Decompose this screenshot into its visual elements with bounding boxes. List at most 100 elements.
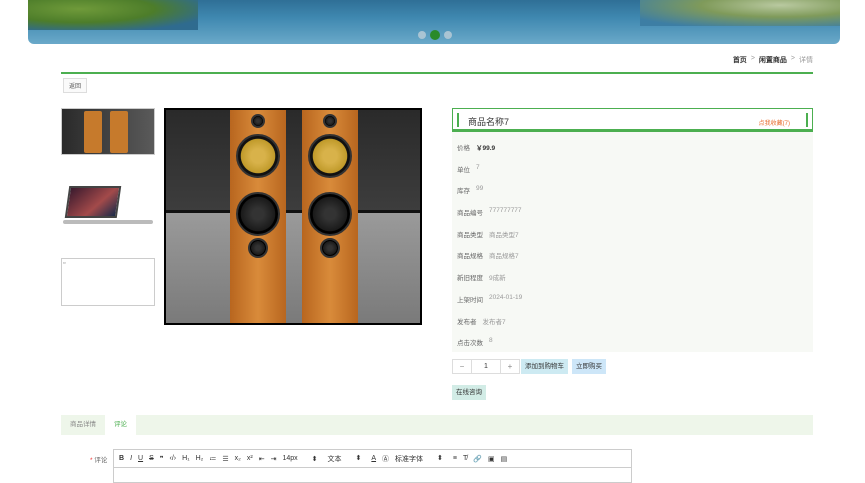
- field-row: 发布者 发布者7: [457, 316, 506, 326]
- woofer-icon: [236, 134, 280, 178]
- link-icon[interactable]: 🔗: [473, 455, 482, 463]
- floor: [166, 213, 420, 323]
- breadcrumb-current: 详情: [799, 57, 813, 64]
- chevron-down-icon: ⬍: [437, 454, 443, 462]
- image-icon[interactable]: ▣: [488, 455, 495, 463]
- h2-button[interactable]: H₂: [196, 455, 204, 462]
- breadcrumb-separator: >: [750, 55, 755, 62]
- shelf: [166, 110, 420, 210]
- carousel-dot[interactable]: [444, 31, 452, 39]
- carousel-dots: [418, 30, 452, 40]
- strike-button[interactable]: S: [149, 455, 154, 462]
- buy-now-button[interactable]: 立即购买: [572, 359, 606, 374]
- field-row: 商品编号 777777777: [457, 207, 522, 217]
- font-family-select[interactable]: 标准字体 ⬍: [395, 454, 443, 464]
- tab-details[interactable]: 商品详情: [61, 415, 105, 435]
- field-value: 8: [489, 337, 493, 344]
- h1-button[interactable]: H₁: [182, 455, 189, 462]
- add-to-cart-button[interactable]: 添加到购物车: [521, 359, 568, 374]
- port-icon: [320, 238, 340, 258]
- chevron-down-icon: ⬍: [311, 455, 318, 463]
- breadcrumb-category[interactable]: 闲置商品: [759, 55, 787, 65]
- header-accent: [457, 113, 459, 127]
- woofer-icon: [236, 192, 280, 236]
- favorite-button[interactable]: 点我收藏(7): [759, 118, 790, 127]
- font-family-value: 标准字体: [395, 455, 424, 463]
- speaker-image: [84, 111, 102, 153]
- banner-image-left: [28, 0, 198, 30]
- woofer-icon: [308, 134, 352, 178]
- clear-format-button[interactable]: T̸: [463, 455, 467, 462]
- blockquote-button[interactable]: ❞: [160, 455, 164, 463]
- field-label: 新旧程度: [457, 275, 483, 282]
- tweeter-icon: [251, 114, 265, 128]
- font-size-value: 14px: [282, 454, 298, 462]
- field-row: 单位 7: [457, 164, 480, 174]
- field-row: 点击次数 8: [457, 337, 493, 347]
- text-style-value: 文本: [327, 455, 342, 463]
- thumbnail-laptop[interactable]: [61, 182, 155, 232]
- consult-button[interactable]: 在线咨询: [452, 385, 486, 400]
- banner-image-right: [640, 0, 840, 26]
- quantity-input[interactable]: 1: [471, 360, 501, 373]
- field-label: 上架时间: [457, 297, 483, 304]
- laptop-image: [64, 186, 122, 218]
- field-value: 777777777: [489, 207, 522, 214]
- field-row: 库存 99: [457, 185, 483, 195]
- chevron-down-icon: ⬍: [355, 454, 362, 462]
- code-button[interactable]: ‹/›: [170, 455, 177, 462]
- field-row: 新旧程度 9成新: [457, 272, 506, 282]
- field-value: 99: [476, 185, 484, 192]
- comment-editor[interactable]: [113, 468, 632, 483]
- field-label: 库存: [457, 188, 470, 195]
- field-value: 发布者7: [482, 319, 506, 326]
- comment-label: * 评论: [90, 454, 107, 464]
- background-color-button[interactable]: Ⓐ: [382, 454, 389, 464]
- woofer-icon: [308, 192, 352, 236]
- font-size-select[interactable]: 14px ⬍: [282, 455, 317, 463]
- ordered-list-button[interactable]: ≔: [209, 455, 216, 463]
- superscript-button[interactable]: x²: [247, 455, 253, 462]
- product-name: 商品名称7: [468, 117, 510, 127]
- field-label: 单位: [457, 167, 470, 174]
- field-label: 商品编号: [457, 210, 483, 217]
- breadcrumb-home[interactable]: 首页: [733, 55, 747, 65]
- outdent-button[interactable]: ⇤: [259, 455, 265, 463]
- field-row: 商品类型 商品类型7: [457, 229, 519, 239]
- speaker-left: [230, 110, 286, 323]
- tab-comments[interactable]: 评论: [105, 415, 136, 435]
- thumbnail-broken[interactable]: ▫: [61, 258, 155, 306]
- carousel-dot[interactable]: [418, 31, 426, 39]
- field-label: 商品规格: [457, 253, 483, 260]
- breadcrumb: 首页 > 闲置商品 > 详情: [733, 55, 813, 65]
- subscript-button[interactable]: x₂: [235, 455, 241, 462]
- thumbnail-speakers[interactable]: [61, 108, 155, 155]
- video-icon[interactable]: ▤: [501, 455, 508, 463]
- underline-button[interactable]: U: [138, 455, 143, 462]
- speaker-right: [302, 110, 358, 323]
- field-row: 上架时间 2024-01-19: [457, 294, 522, 304]
- italic-button[interactable]: I: [130, 455, 132, 462]
- bullet-list-button[interactable]: ☰: [222, 455, 228, 463]
- product-header: 商品名称7 点我收藏(7): [452, 108, 813, 132]
- bold-button[interactable]: B: [119, 455, 124, 462]
- align-button[interactable]: ≡: [453, 455, 457, 462]
- field-value: 7: [476, 164, 480, 171]
- increment-button[interactable]: +: [501, 360, 519, 373]
- header-accent: [806, 113, 808, 127]
- carousel-dot-active[interactable]: [430, 30, 440, 40]
- field-value: 9成新: [489, 275, 506, 282]
- font-color-button[interactable]: A: [371, 455, 376, 462]
- detail-tabs: 商品详情 评论: [61, 415, 813, 435]
- decrement-button[interactable]: −: [453, 360, 471, 373]
- required-mark: *: [90, 457, 93, 464]
- back-button[interactable]: 返回: [63, 78, 88, 93]
- tweeter-icon: [323, 114, 337, 128]
- field-label: 发布者: [457, 319, 477, 326]
- laptop-base: [63, 220, 153, 224]
- port-icon: [248, 238, 268, 258]
- indent-button[interactable]: ⇥: [271, 455, 277, 463]
- divider: [61, 72, 813, 74]
- comment-label-text: 评论: [94, 457, 108, 464]
- text-style-select[interactable]: 文本 ⬍: [328, 454, 362, 464]
